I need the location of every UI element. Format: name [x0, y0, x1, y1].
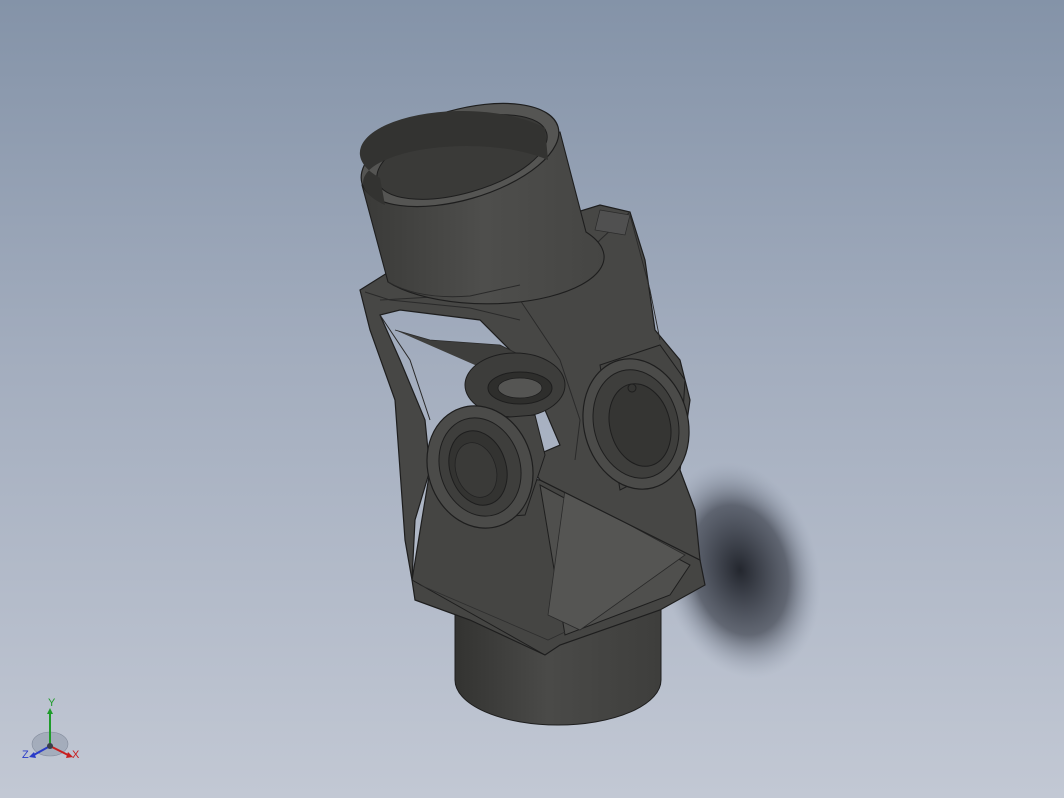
coordinate-triad[interactable]: Y X Z — [14, 697, 94, 780]
triad-label-y: Y — [48, 697, 56, 709]
universal-joint-model[interactable] — [0, 0, 1064, 798]
triad-icon — [29, 708, 73, 758]
graphics-viewport[interactable]: Y X Z — [0, 0, 1064, 798]
triad-label-z: Z — [22, 749, 29, 761]
triad-arrow-z — [29, 752, 36, 758]
triad-label-x: X — [72, 749, 80, 761]
upper-shaft — [359, 102, 605, 305]
